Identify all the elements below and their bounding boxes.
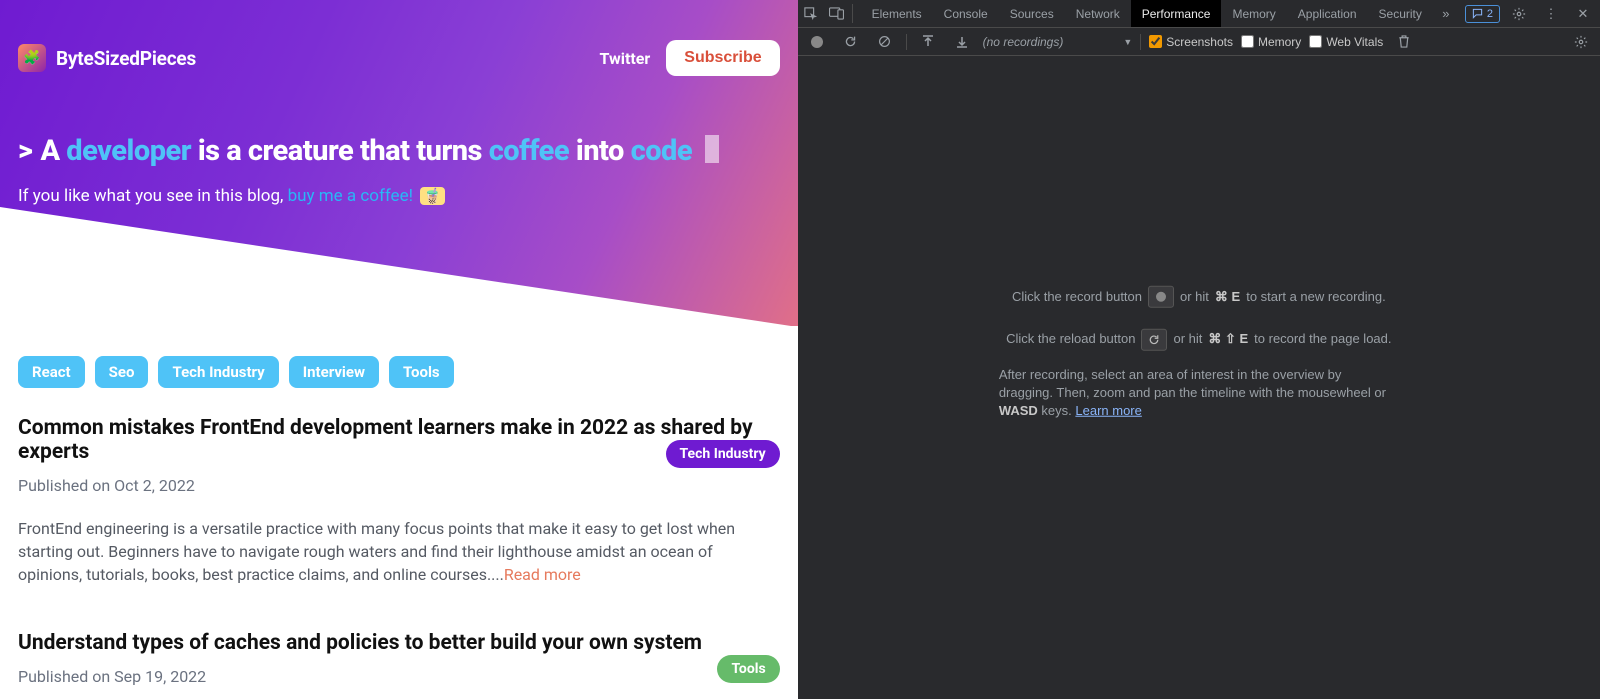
twitter-link[interactable]: Twitter — [599, 49, 650, 68]
brand-logo-icon: 🧩 — [18, 44, 46, 72]
devtools-tabs: Elements Console Sources Network Perform… — [861, 0, 1433, 27]
tab-performance[interactable]: Performance — [1131, 0, 1222, 27]
devtools-tabbar-right: » 2 ⋮ ✕ — [1433, 0, 1600, 27]
device-toolbar-icon[interactable] — [824, 0, 850, 27]
checkbox-label: Memory — [1258, 35, 1301, 49]
hero-section: 🧩 ByteSizedPieces Twitter Subscribe > A … — [0, 0, 798, 326]
headline-word: A — [40, 134, 59, 168]
headline-word: is a creature that turns — [198, 134, 482, 168]
read-more-link[interactable]: Read more — [504, 565, 581, 584]
tab-memory[interactable]: Memory — [1221, 0, 1286, 27]
reload-button-hint — [1141, 328, 1167, 350]
subline-text: If you like what you see in this blog, — [18, 186, 283, 206]
screenshots-checkbox-input[interactable] — [1149, 35, 1162, 48]
chat-icon — [1472, 8, 1483, 19]
nav-right: Twitter Subscribe — [599, 40, 779, 76]
hero-diagonal-cut — [0, 207, 798, 327]
issues-badge[interactable]: 2 — [1465, 5, 1500, 23]
performance-empty-state: Click the record button or hit ⌘ E to st… — [969, 284, 1429, 420]
tab-security[interactable]: Security — [1368, 0, 1433, 27]
buy-me-coffee-link[interactable]: buy me a coffee! — [288, 186, 413, 206]
tab-sources[interactable]: Sources — [999, 0, 1065, 27]
reload-record-button[interactable] — [838, 35, 864, 48]
recordings-dropdown[interactable]: (no recordings) ▼ — [983, 35, 1133, 49]
hero-headline: > A developer is a creature that turns c… — [18, 134, 780, 168]
help-line-2: Click the reload button or hit ⌘ ⇧ E to … — [969, 327, 1429, 352]
post-date: Published on Sep 19, 2022 — [18, 667, 780, 686]
upload-icon[interactable] — [915, 35, 941, 48]
recordings-placeholder: (no recordings) — [983, 35, 1064, 49]
divider — [852, 4, 853, 23]
tag-pill[interactable]: Tech Industry — [158, 356, 278, 388]
tab-network[interactable]: Network — [1065, 0, 1131, 27]
content-section: React Seo Tech Industry Interview Tools … — [0, 326, 798, 699]
divider — [906, 34, 907, 50]
tab-application[interactable]: Application — [1287, 0, 1368, 27]
divider — [1140, 34, 1141, 50]
subscribe-button[interactable]: Subscribe — [666, 40, 779, 76]
clear-icon[interactable] — [872, 35, 898, 48]
help-paragraph: After recording, select an area of inter… — [969, 366, 1429, 421]
memory-checkbox[interactable]: Memory — [1241, 35, 1301, 49]
headline-highlight: developer — [66, 134, 191, 168]
post-category-badge[interactable]: Tech Industry — [666, 440, 780, 468]
brand-name: ByteSizedPieces — [56, 47, 196, 70]
headline-highlight: code — [631, 134, 692, 168]
capture-settings-icon[interactable] — [1568, 35, 1594, 49]
tab-console[interactable]: Console — [933, 0, 999, 27]
tag-filter-row: React Seo Tech Industry Interview Tools — [18, 356, 780, 388]
chevron-down-icon: ▼ — [1123, 37, 1132, 47]
headline-highlight: coffee — [489, 134, 569, 168]
post-card: Common mistakes FrontEnd development lea… — [18, 416, 780, 587]
post-category-badge[interactable]: Tools — [717, 655, 779, 683]
devtools-tabbar: Elements Console Sources Network Perform… — [798, 0, 1600, 28]
settings-icon[interactable] — [1506, 7, 1532, 21]
help-line-1: Click the record button or hit ⌘ E to st… — [969, 284, 1429, 309]
webvitals-checkbox[interactable]: Web Vitals — [1309, 35, 1383, 49]
coffee-emoji-icon: 🧋 — [420, 187, 445, 205]
tag-pill[interactable]: Tools — [389, 356, 454, 388]
brand[interactable]: 🧩 ByteSizedPieces — [18, 44, 196, 72]
checkbox-label: Screenshots — [1166, 35, 1233, 49]
website-pane: 🧩 ByteSizedPieces Twitter Subscribe > A … — [0, 0, 798, 699]
tab-elements[interactable]: Elements — [861, 0, 933, 27]
record-button-hint — [1148, 286, 1174, 308]
kebab-menu-icon[interactable]: ⋮ — [1538, 6, 1564, 22]
webvitals-checkbox-input[interactable] — [1309, 35, 1322, 48]
tag-pill[interactable]: Interview — [289, 356, 379, 388]
trash-icon[interactable] — [1391, 35, 1417, 48]
checkbox-label: Web Vitals — [1326, 35, 1383, 49]
post-date: Published on Oct 2, 2022 — [18, 476, 780, 495]
site-nav: 🧩 ByteSizedPieces Twitter Subscribe — [18, 40, 780, 76]
record-button[interactable] — [804, 36, 830, 48]
tag-pill[interactable]: Seo — [95, 356, 149, 388]
close-icon[interactable]: ✕ — [1570, 6, 1596, 22]
issues-count: 2 — [1487, 8, 1493, 20]
learn-more-link[interactable]: Learn more — [1075, 403, 1141, 418]
performance-toolbar: (no recordings) ▼ Screenshots Memory Web… — [798, 28, 1600, 56]
hero-subline: If you like what you see in this blog, b… — [18, 186, 780, 206]
screenshots-checkbox[interactable]: Screenshots — [1149, 35, 1233, 49]
inspect-element-icon[interactable] — [798, 0, 824, 27]
chevron-right-icon: > — [18, 134, 32, 168]
post-card: Understand types of caches and policies … — [18, 631, 780, 699]
devtools-pane: Elements Console Sources Network Perform… — [798, 0, 1600, 699]
post-title[interactable]: Understand types of caches and policies … — [18, 631, 780, 655]
download-icon[interactable] — [949, 35, 975, 48]
typing-cursor-icon — [705, 135, 719, 163]
headline-word: into — [576, 134, 624, 168]
more-tabs-icon[interactable]: » — [1433, 6, 1459, 21]
post-excerpt: FrontEnd engineering is a versatile prac… — [18, 517, 780, 587]
memory-checkbox-input[interactable] — [1241, 35, 1254, 48]
tag-pill[interactable]: React — [18, 356, 85, 388]
